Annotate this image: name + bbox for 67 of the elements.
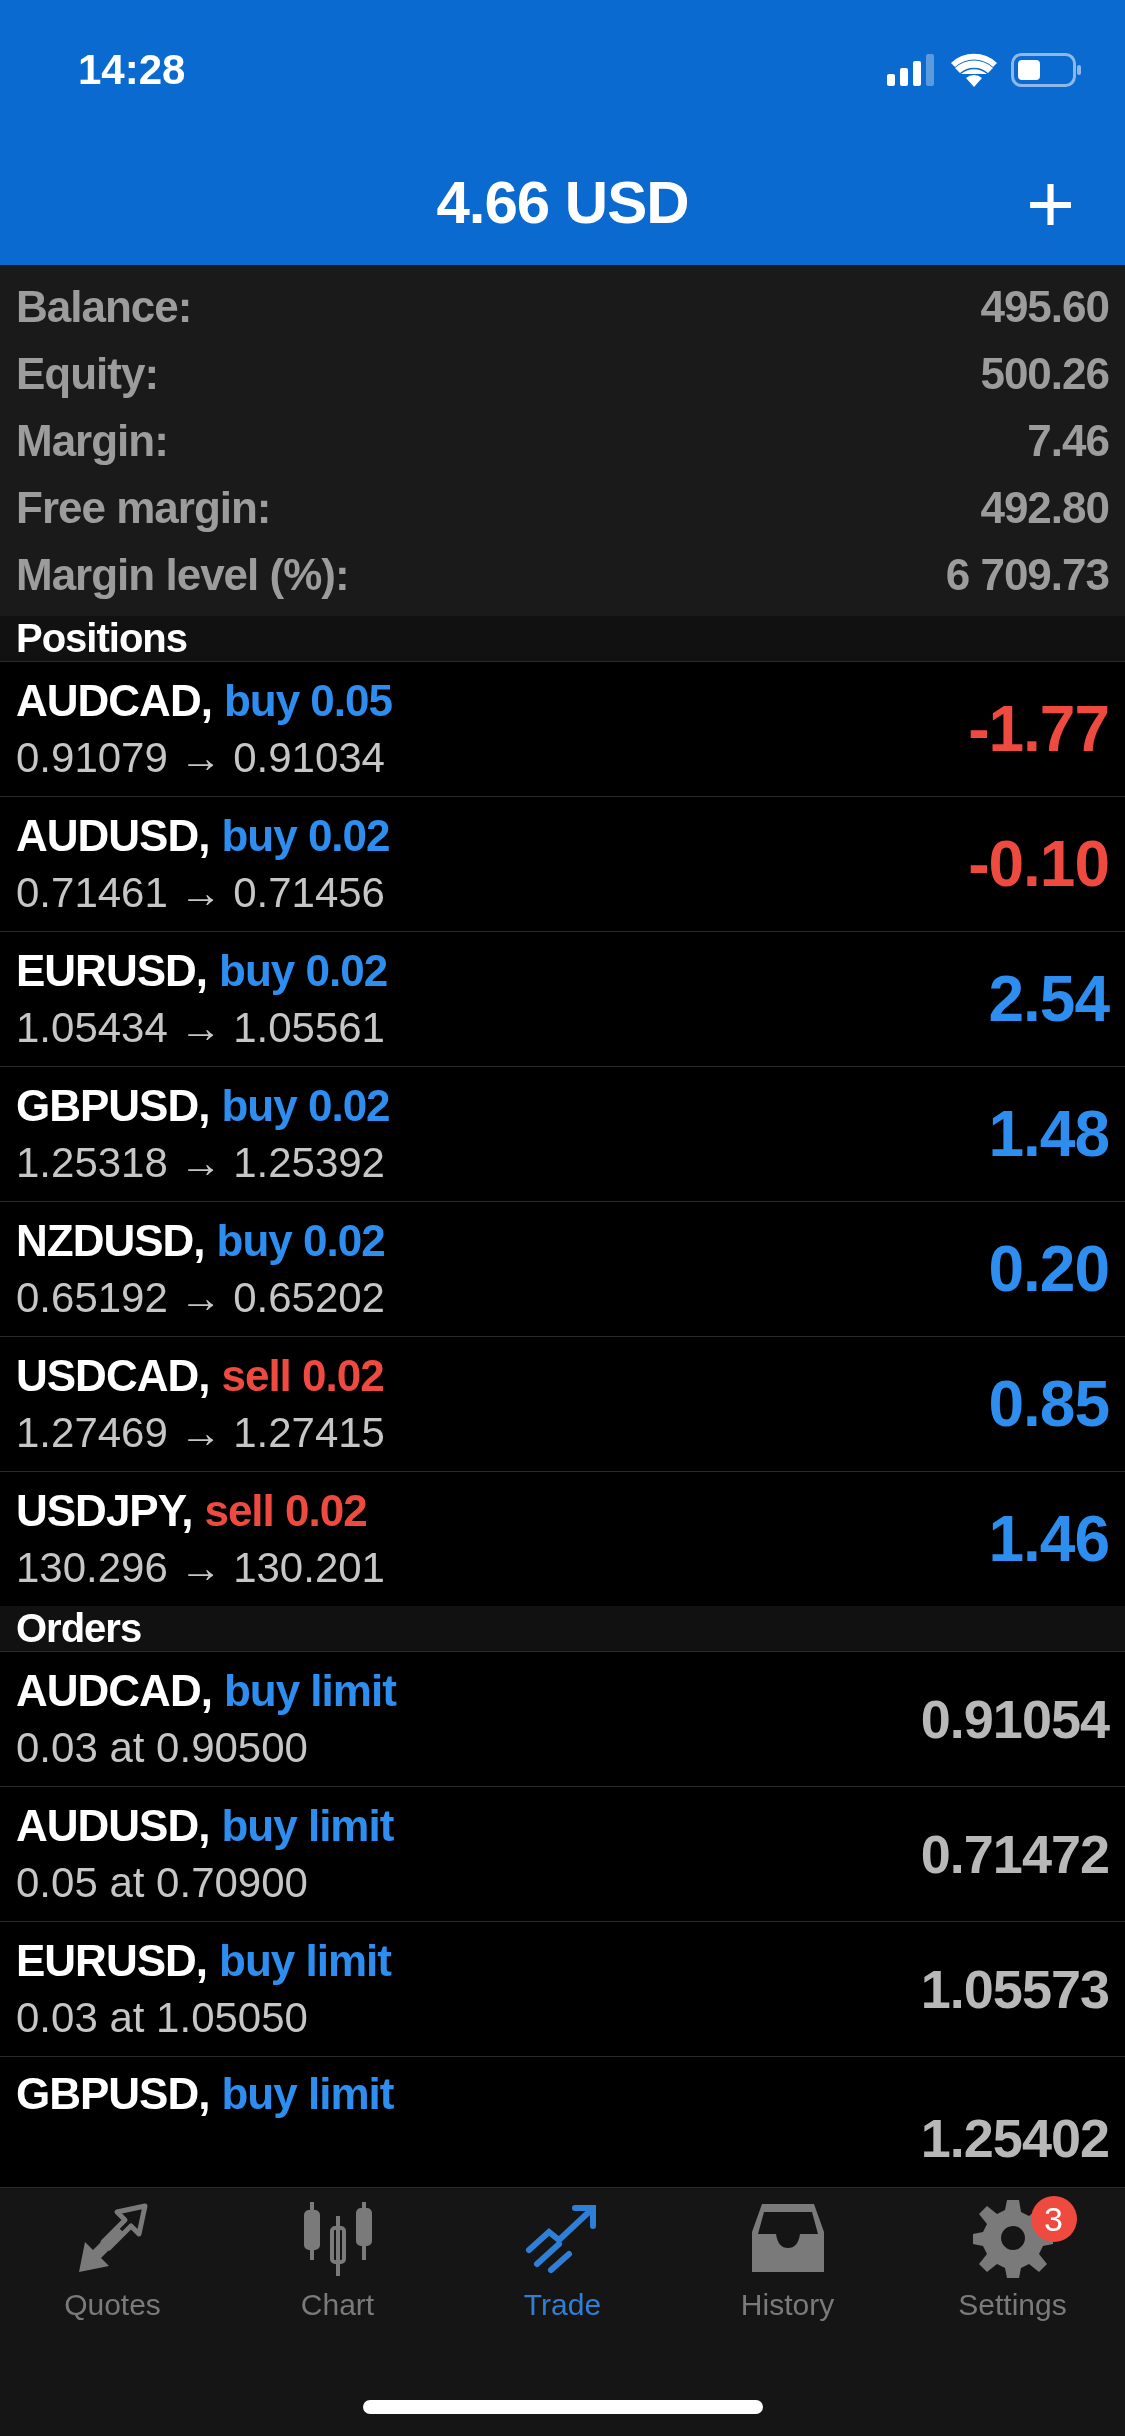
summary-value: 500.26 bbox=[980, 348, 1109, 399]
summary-value: 492.80 bbox=[980, 482, 1109, 533]
order-type: buy limit bbox=[223, 1666, 396, 1716]
tab[interactable]: Trade bbox=[462, 2198, 663, 2322]
price-change: 130.296 → 130.201 bbox=[16, 1544, 385, 1592]
current-price: 1.05573 bbox=[920, 1958, 1109, 2020]
notification-badge: 3 bbox=[1030, 2196, 1077, 2242]
tab[interactable]: Quotes bbox=[12, 2198, 213, 2322]
price-change: 0.71461 → 0.71456 bbox=[16, 869, 386, 917]
trade-action: buy 0.02 bbox=[216, 1216, 385, 1266]
symbol: EURUSD, bbox=[16, 1936, 208, 1986]
symbol: GBPUSD, bbox=[16, 1081, 210, 1131]
current-price: 0.71472 bbox=[920, 1823, 1109, 1885]
trade-action: sell 0.02 bbox=[221, 1351, 384, 1401]
trade-action: buy 0.05 bbox=[223, 676, 392, 726]
summary-value: 495.60 bbox=[980, 281, 1109, 332]
price-change: 0.91079 → 0.91034 bbox=[16, 734, 386, 782]
summary-label: Free margin: bbox=[16, 482, 271, 533]
trade-action: sell 0.02 bbox=[204, 1486, 367, 1536]
symbol: GBPUSD, bbox=[16, 2069, 210, 2119]
symbol: AUDCAD, bbox=[16, 676, 212, 726]
profit-value: -1.77 bbox=[968, 692, 1109, 766]
order-type: buy limit bbox=[219, 1936, 391, 1986]
order-detail: 0.03 at 1.05050 bbox=[16, 1994, 309, 2042]
summary-label: Balance: bbox=[16, 281, 192, 332]
status-time: 14:28 bbox=[78, 46, 186, 94]
profit-value: 2.54 bbox=[988, 962, 1109, 1036]
battery-icon bbox=[1011, 53, 1083, 87]
symbol: AUDUSD, bbox=[16, 1801, 210, 1851]
profit-value: 1.46 bbox=[988, 1502, 1109, 1576]
price-change: 1.25318 → 1.25392 bbox=[16, 1139, 386, 1187]
order-detail: 0.05 at 0.70900 bbox=[16, 1859, 309, 1907]
profit-value: 0.85 bbox=[988, 1367, 1109, 1441]
summary-label: Equity: bbox=[16, 348, 159, 399]
symbol: USDJPY, bbox=[16, 1486, 193, 1536]
symbol: AUDUSD, bbox=[16, 811, 210, 861]
price-change: 0.65192 → 0.65202 bbox=[16, 1274, 385, 1322]
trade-action: buy 0.02 bbox=[219, 946, 388, 996]
current-price: 0.91054 bbox=[920, 1688, 1109, 1750]
summary-label: Margin level (%): bbox=[16, 549, 349, 600]
summary-value: 6 709.73 bbox=[945, 549, 1109, 600]
order-type: buy limit bbox=[221, 1801, 394, 1851]
section-header: Orders bbox=[0, 1606, 1125, 1651]
symbol: USDCAD, bbox=[16, 1351, 210, 1401]
symbol: EURUSD, bbox=[16, 946, 208, 996]
tab[interactable]: History bbox=[687, 2198, 888, 2322]
tab[interactable]: Settings 3 bbox=[912, 2198, 1113, 2322]
order-type: buy limit bbox=[221, 2069, 394, 2119]
profit-value: 1.48 bbox=[988, 1097, 1109, 1171]
balance-title: 4.66 USD bbox=[436, 168, 689, 237]
profit-value: 0.20 bbox=[988, 1232, 1109, 1306]
trade-action: buy 0.02 bbox=[221, 1081, 390, 1131]
price-change: 1.05434 → 1.05561 bbox=[16, 1004, 386, 1052]
current-price: 1.25402 bbox=[920, 2107, 1109, 2169]
summary-value: 7.46 bbox=[1027, 415, 1109, 466]
order-detail: 0.03 at 0.90500 bbox=[16, 1724, 309, 1772]
symbol: NZDUSD, bbox=[16, 1216, 205, 1266]
price-change: 1.27469 → 1.27415 bbox=[16, 1409, 385, 1457]
summary-label: Margin: bbox=[16, 415, 168, 466]
add-button[interactable]: + bbox=[1019, 160, 1081, 245]
trade-action: buy 0.02 bbox=[221, 811, 390, 861]
signal-icon bbox=[887, 54, 937, 86]
tab[interactable]: Chart bbox=[237, 2198, 438, 2322]
wifi-icon bbox=[951, 53, 997, 87]
profit-value: -0.10 bbox=[968, 827, 1109, 901]
symbol: AUDCAD, bbox=[16, 1666, 212, 1716]
section-header: Positions bbox=[0, 616, 1125, 661]
